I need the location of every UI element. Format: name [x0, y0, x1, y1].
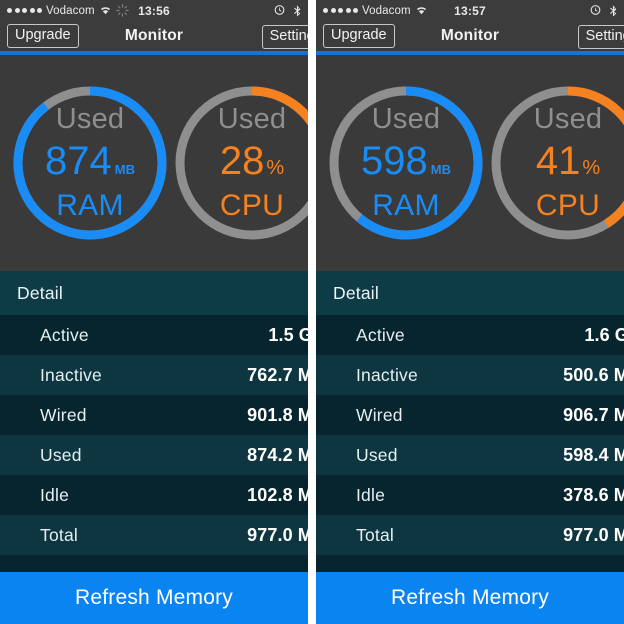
detail-row-label: Active [356, 325, 405, 346]
gauges-area: Used 598MB RAM Used 41% CPU [316, 55, 624, 271]
ram-unit: MB [115, 163, 135, 176]
cpu-used-caption: Used [218, 105, 287, 134]
clock-time: 13:57 [454, 4, 486, 18]
alarm-clock-icon [273, 4, 286, 17]
detail-row-label: Used [40, 445, 82, 466]
bluetooth-icon [291, 4, 304, 17]
status-bar-center: 13:57 [316, 0, 624, 21]
cpu-gauge-text: Used 41% CPU [484, 79, 624, 247]
detail-row-label: Wired [356, 405, 403, 426]
navigation-bar: UpgradeMonitorSettings [316, 21, 624, 55]
upgrade-button[interactable]: Upgrade [7, 24, 79, 48]
cpu-value: 41 [536, 141, 581, 181]
detail-section: Detail Active 1.6 GB Inactive 500.6 MB Wired 9… [316, 271, 624, 572]
detail-row-value: 977.0 MB [247, 525, 308, 546]
navigation-bar: UpgradeMonitorSettings [0, 21, 308, 55]
alarm-clock-icon [589, 4, 602, 17]
detail-row-value: 500.6 MB [563, 365, 624, 386]
cpu-label: CPU [220, 191, 284, 221]
cpu-gauge[interactable]: Used 28% CPU [168, 79, 312, 247]
detail-row: Total 977.0 MB [316, 515, 624, 555]
detail-row: Wired 906.7 MB [316, 395, 624, 435]
cpu-value-row: 28% [220, 141, 284, 181]
detail-row-value: 874.2 MB [247, 445, 308, 466]
detail-row-label: Inactive [40, 365, 102, 386]
cpu-label: CPU [536, 191, 600, 221]
cpu-unit: % [582, 158, 600, 178]
ram-unit: MB [431, 163, 451, 176]
cpu-value-row: 41% [536, 141, 600, 181]
detail-header: Detail [316, 271, 624, 315]
ram-value-row: 874MB [45, 141, 135, 181]
ram-value: 874 [45, 141, 112, 181]
detail-row-value: 378.6 MB [563, 485, 624, 506]
refresh-memory-button[interactable]: Refresh Memory [316, 572, 624, 624]
ram-value-row: 598MB [361, 141, 451, 181]
detail-row: Idle 102.8 MB [0, 475, 308, 515]
status-bar-right [589, 0, 624, 21]
detail-row-label: Active [40, 325, 89, 346]
status-bar: Vodacom13:56 [0, 0, 308, 21]
detail-row: Total 977.0 MB [0, 515, 308, 555]
detail-row-value: 598.4 MB [563, 445, 624, 466]
ram-gauge[interactable]: Used 598MB RAM [322, 79, 490, 247]
status-bar-right [273, 0, 312, 21]
gauges-area: Used 874MB RAM Used 28% CPU [0, 55, 308, 271]
detail-row-value: 901.8 MB [247, 405, 308, 426]
ram-label: RAM [56, 191, 124, 221]
cpu-unit: % [266, 158, 284, 178]
cpu-value: 28 [220, 141, 265, 181]
detail-row-label: Total [356, 525, 394, 546]
detail-row: Used 598.4 MB [316, 435, 624, 475]
cpu-used-caption: Used [534, 105, 603, 134]
detail-row: Wired 901.8 MB [0, 395, 308, 435]
bluetooth-icon [607, 4, 620, 17]
detail-row-value: 762.7 MB [247, 365, 308, 386]
cpu-gauge-text: Used 28% CPU [168, 79, 312, 247]
detail-row-label: Idle [356, 485, 385, 506]
detail-row: Inactive 500.6 MB [316, 355, 624, 395]
detail-row-label: Total [40, 525, 78, 546]
cpu-gauge[interactable]: Used 41% CPU [484, 79, 624, 247]
detail-section: Detail Active 1.5 GB Inactive 762.7 MB Wired 9… [0, 271, 308, 572]
upgrade-button[interactable]: Upgrade [323, 24, 395, 48]
status-bar: Vodacom13:57 [316, 0, 624, 21]
ram-gauge[interactable]: Used 874MB RAM [6, 79, 174, 247]
refresh-memory-button[interactable]: Refresh Memory [0, 572, 308, 624]
clock-time: 13:56 [138, 4, 170, 18]
settings-button[interactable]: Settings [578, 25, 624, 49]
detail-row: Active 1.6 GB [316, 315, 624, 355]
detail-row-value: 977.0 MB [563, 525, 624, 546]
ram-used-caption: Used [56, 105, 125, 134]
settings-button[interactable]: Settings [262, 25, 312, 49]
detail-row: Inactive 762.7 MB [0, 355, 308, 395]
detail-row-label: Wired [40, 405, 87, 426]
detail-row-value: 102.8 MB [247, 485, 308, 506]
ram-value: 598 [361, 141, 428, 181]
status-bar-center: 13:56 [0, 0, 308, 21]
detail-header: Detail [0, 271, 308, 315]
ram-gauge-text: Used 874MB RAM [6, 79, 174, 247]
phone-panel-left: Vodacom13:56UpgradeMonitorSettings Used 87… [0, 0, 312, 624]
detail-row: Idle 378.6 MB [316, 475, 624, 515]
detail-row: Active 1.5 GB [0, 315, 308, 355]
ram-used-caption: Used [372, 105, 441, 134]
phone-panel-right: Vodacom13:57UpgradeMonitorSettings Used 59… [312, 0, 624, 624]
ram-gauge-text: Used 598MB RAM [322, 79, 490, 247]
screenshot-root: Vodacom13:56UpgradeMonitorSettingsUsed87… [0, 0, 624, 624]
detail-row-label: Idle [40, 485, 69, 506]
detail-row-label: Inactive [356, 365, 418, 386]
ram-label: RAM [372, 191, 440, 221]
detail-row-value: 1.5 GB [268, 325, 308, 346]
detail-row-value: 906.7 MB [563, 405, 624, 426]
detail-row-label: Used [356, 445, 398, 466]
detail-row-value: 1.6 GB [584, 325, 624, 346]
detail-row: Used 874.2 MB [0, 435, 308, 475]
